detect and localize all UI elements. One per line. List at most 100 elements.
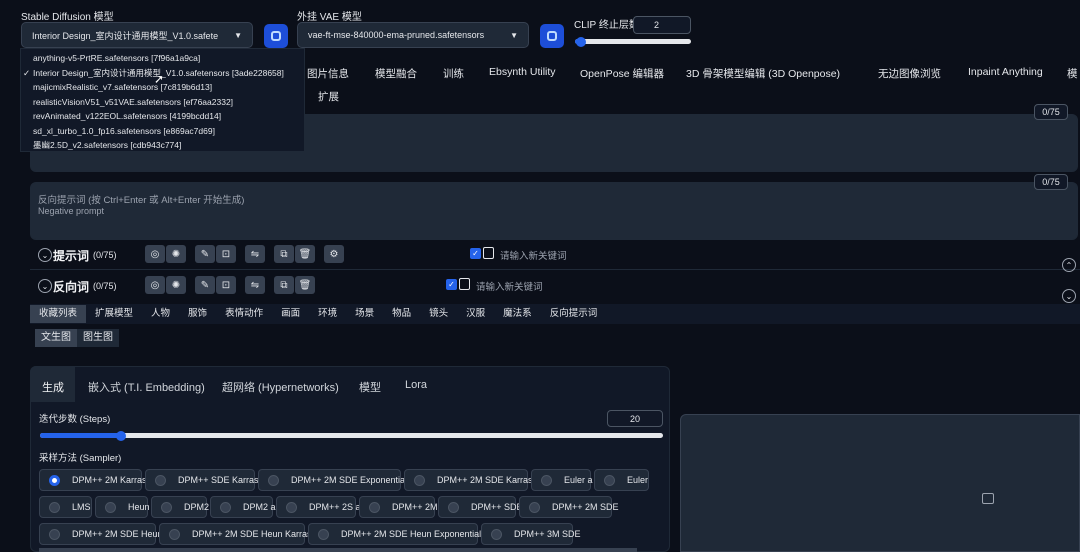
category-tab[interactable]: 人物 bbox=[142, 305, 179, 323]
dropdown-option-text: anything-v5-PrtRE.safetensors [7f96a1a9c… bbox=[33, 53, 201, 63]
steps-input[interactable]: 20 bbox=[607, 410, 663, 427]
model-refresh-button[interactable] bbox=[264, 24, 288, 48]
category-tab[interactable]: 镜头 bbox=[420, 305, 457, 323]
copy-icon[interactable]: ⧉ bbox=[274, 245, 294, 263]
tab-inpaint-anything[interactable]: Inpaint Anything bbox=[968, 66, 1043, 78]
output-image-area bbox=[680, 414, 1080, 552]
sampler-option-label: DPM2 a bbox=[243, 502, 276, 512]
clip-slider[interactable] bbox=[575, 39, 691, 44]
collapse-icon[interactable]: ⌄ bbox=[38, 279, 52, 293]
dropdown-option[interactable]: realisticVisionV51_v51VAE.safetensors [e… bbox=[21, 95, 304, 110]
tab-3d-openpose[interactable]: 3D 骨架模型编辑 (3D Openpose) bbox=[686, 66, 840, 81]
category-tab[interactable]: 画面 bbox=[272, 305, 309, 323]
vae-refresh-button[interactable] bbox=[540, 24, 564, 48]
dropdown-option[interactable]: sd_xl_turbo_1.0_fp16.safetensors [e869ac… bbox=[21, 124, 304, 139]
tab-image-browser[interactable]: 无边图像浏览 bbox=[878, 66, 941, 81]
tab-lora[interactable]: Lora bbox=[405, 379, 427, 391]
sampler-option-label: Heun bbox=[128, 502, 150, 512]
tab-generate[interactable]: 生成 bbox=[42, 379, 64, 395]
tab-ebsynth[interactable]: Ebsynth Utility bbox=[489, 66, 556, 78]
tab-openpose[interactable]: OpenPose 编辑器 bbox=[580, 66, 664, 81]
sampler-option[interactable]: LMS bbox=[39, 496, 92, 518]
vae-select[interactable]: vae-ft-mse-840000-ema-pruned.safetensors… bbox=[297, 22, 529, 48]
category-tab[interactable]: 表情动作 bbox=[216, 305, 272, 323]
tab-embedding[interactable]: 嵌入式 (T.I. Embedding) bbox=[88, 379, 205, 395]
category-tab[interactable]: 汉服 bbox=[457, 305, 494, 323]
category-tab[interactable]: 魔法系 bbox=[494, 305, 541, 323]
category-tab[interactable]: 场景 bbox=[346, 305, 383, 323]
dropdown-option[interactable]: 墨幽2.5D_v2.safetensors [cdb943c774] bbox=[21, 138, 304, 153]
sub-tab-txt2img[interactable]: 文生图 bbox=[35, 329, 77, 347]
tab-extensions[interactable]: 扩展 bbox=[318, 89, 339, 104]
sampler-option-label: DPM++ 2S a bbox=[309, 502, 361, 512]
tab-more[interactable]: 模 bbox=[1067, 66, 1078, 81]
sampler-option[interactable]: DPM++ 2M SDE bbox=[519, 496, 619, 518]
dropdown-option[interactable]: revAnimated_v122EOL.safetensors [4199bcd… bbox=[21, 109, 304, 124]
neg-keyword-input[interactable]: 请输入新关键词 bbox=[476, 279, 543, 293]
prompt-token-counter: 0/75 bbox=[1034, 104, 1068, 120]
settings-icon[interactable]: ⚙ bbox=[324, 245, 344, 263]
swap-icon[interactable]: ⇋ bbox=[245, 276, 265, 294]
vae-select-value: vae-ft-mse-840000-ema-pruned.safetensors bbox=[308, 30, 485, 40]
clip-value-input[interactable]: 2 bbox=[633, 16, 691, 34]
sampler-option[interactable]: DPM++ 2M SDE Heun bbox=[39, 523, 163, 545]
category-tab[interactable]: 服饰 bbox=[179, 305, 216, 323]
sampler-option[interactable]: DPM2 bbox=[151, 496, 209, 518]
tab-train[interactable]: 训练 bbox=[443, 66, 464, 81]
category-tab[interactable]: 环境 bbox=[309, 305, 346, 323]
tab-model-merge[interactable]: 模型融合 bbox=[375, 66, 417, 81]
sampler-option[interactable]: DPM++ 2M bbox=[359, 496, 438, 518]
tab-models[interactable]: 模型 bbox=[359, 379, 381, 395]
dropdown-option-text: 墨幽2.5D_v2.safetensors [cdb943c774] bbox=[33, 140, 182, 150]
tab-hypernetworks[interactable]: 超网络 (Hypernetworks) bbox=[222, 379, 339, 395]
paste-icon[interactable]: ⊡ bbox=[216, 245, 236, 263]
sampler-option[interactable]: DPM++ 2M SDE Exponential bbox=[258, 469, 407, 491]
paste-icon[interactable]: ⊡ bbox=[216, 276, 236, 294]
trash-icon[interactable]: 🗑 bbox=[295, 276, 315, 294]
sampler-option[interactable]: Euler bbox=[594, 469, 649, 491]
neg-keyword-checkbox[interactable]: ✓ bbox=[446, 279, 457, 290]
sampler-option[interactable]: Euler a bbox=[531, 469, 593, 491]
sampler-option[interactable]: DPM++ 2M SDE Karras bbox=[404, 469, 533, 491]
chevron-down-icon[interactable]: ⌄ bbox=[1062, 289, 1076, 303]
chevron-up-icon[interactable]: ⌃ bbox=[1062, 258, 1076, 272]
clip-slider-knob[interactable] bbox=[575, 36, 586, 47]
swap-icon[interactable]: ⇋ bbox=[245, 245, 265, 263]
sampler-option[interactable]: DPM++ 3M SDE bbox=[481, 523, 581, 545]
globe-icon[interactable]: ◎ bbox=[145, 276, 165, 294]
sampler-option[interactable]: DPM++ 2S a bbox=[276, 496, 361, 518]
collapse-icon[interactable]: ⌄ bbox=[38, 248, 52, 262]
steps-slider-knob[interactable] bbox=[115, 430, 126, 441]
gear-icon[interactable]: ✺ bbox=[166, 276, 186, 294]
category-tab[interactable]: 收藏列表 bbox=[30, 305, 87, 323]
model-select[interactable]: Interior Design_室内设计通用模型_V1.0.safete ▼ bbox=[21, 22, 253, 48]
category-tab[interactable]: 反向提示词 bbox=[541, 305, 607, 323]
category-tab[interactable]: 物品 bbox=[383, 305, 420, 323]
sampler-option[interactable]: DPM++ 2M Karras bbox=[39, 469, 147, 491]
sampler-option[interactable]: DPM++ SDE Karras bbox=[145, 469, 259, 491]
keyword-input[interactable]: 请输入新关键词 bbox=[500, 248, 567, 262]
sampler-option[interactable]: DPM++ 2M SDE Heun Exponential bbox=[308, 523, 481, 545]
negative-prompt-textarea[interactable]: 反向提示词 (按 Ctrl+Enter 或 Alt+Enter 开始生成) Ne… bbox=[30, 182, 1078, 240]
steps-slider[interactable] bbox=[40, 433, 663, 438]
image-placeholder-icon bbox=[982, 493, 994, 504]
globe-icon[interactable]: ◎ bbox=[145, 245, 165, 263]
sampler-option[interactable]: DPM2 a bbox=[210, 496, 276, 518]
neg-keyword-checkbox-alt[interactable] bbox=[459, 278, 470, 290]
sampler-option[interactable]: Heun bbox=[95, 496, 150, 518]
keyword-checkbox-alt[interactable] bbox=[483, 247, 494, 259]
negative-token-counter: 0/75 bbox=[1034, 174, 1068, 190]
edit-icon[interactable]: ✎ bbox=[195, 245, 215, 263]
category-tab[interactable]: 扩展模型 bbox=[86, 305, 142, 323]
gear-icon[interactable]: ✺ bbox=[166, 245, 186, 263]
dropdown-option[interactable]: anything-v5-PrtRE.safetensors [7f96a1a9c… bbox=[21, 51, 304, 66]
edit-icon[interactable]: ✎ bbox=[195, 276, 215, 294]
sub-tab-img2img[interactable]: 图生图 bbox=[77, 329, 119, 347]
trash-icon[interactable]: 🗑 bbox=[295, 245, 315, 263]
copy-icon[interactable]: ⧉ bbox=[274, 276, 294, 294]
tab-image-info[interactable]: 图片信息 bbox=[307, 66, 349, 81]
keyword-checkbox[interactable]: ✓ bbox=[470, 248, 481, 259]
sampler-option[interactable]: DPM++ 2M SDE Heun Karras bbox=[159, 523, 312, 545]
sampler-option-label: DPM++ 2M SDE Heun bbox=[72, 529, 163, 539]
sampler-option[interactable]: DPM++ SDE bbox=[438, 496, 523, 518]
